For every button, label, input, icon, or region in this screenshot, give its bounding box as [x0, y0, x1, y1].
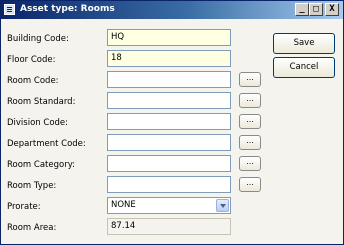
chevron-down-icon[interactable]: [216, 199, 229, 212]
building-code-input[interactable]: HQ: [107, 29, 231, 46]
window-title: Asset type: Rooms: [20, 4, 115, 14]
room-area-value: 87.14: [107, 218, 231, 235]
room-code-label: Room Code:: [7, 76, 59, 86]
room-area-label: Room Area:: [7, 223, 57, 233]
cancel-button[interactable]: Cancel: [273, 57, 335, 78]
room-type-input[interactable]: [107, 176, 231, 193]
department-code-label: Department Code:: [7, 139, 86, 149]
room-category-input[interactable]: [107, 155, 231, 172]
prorate-label: Prorate:: [7, 202, 41, 212]
floor-code-label: Floor Code:: [7, 55, 56, 65]
prorate-selected-value: NONE: [111, 200, 136, 210]
maximize-button[interactable]: □: [309, 3, 323, 16]
close-button[interactable]: X: [325, 3, 339, 16]
division-code-lookup-button[interactable]: ...: [239, 114, 261, 129]
title-bar[interactable]: Asset type: Rooms _ □ X: [1, 1, 343, 19]
room-code-lookup-button[interactable]: ...: [239, 72, 261, 87]
room-standard-input[interactable]: [107, 92, 231, 109]
prorate-select[interactable]: NONE: [107, 197, 231, 214]
building-code-label: Building Code:: [7, 34, 69, 44]
room-standard-lookup-button[interactable]: ...: [239, 93, 261, 108]
save-button[interactable]: Save: [273, 33, 335, 54]
dialog-window: Asset type: Rooms _ □ X Save Cancel Buil…: [0, 0, 344, 245]
minimize-button[interactable]: _: [295, 3, 309, 16]
room-type-label: Room Type:: [7, 181, 57, 191]
division-code-input[interactable]: [107, 113, 231, 130]
department-code-lookup-button[interactable]: ...: [239, 135, 261, 150]
division-code-label: Division Code:: [7, 118, 69, 128]
room-standard-label: Room Standard:: [7, 97, 76, 107]
floor-code-input[interactable]: 18: [107, 50, 231, 67]
room-code-input[interactable]: [107, 71, 231, 88]
room-category-label: Room Category:: [7, 160, 75, 170]
department-code-input[interactable]: [107, 134, 231, 151]
room-category-lookup-button[interactable]: ...: [239, 156, 261, 171]
room-type-lookup-button[interactable]: ...: [239, 177, 261, 192]
form-icon: [4, 4, 15, 15]
